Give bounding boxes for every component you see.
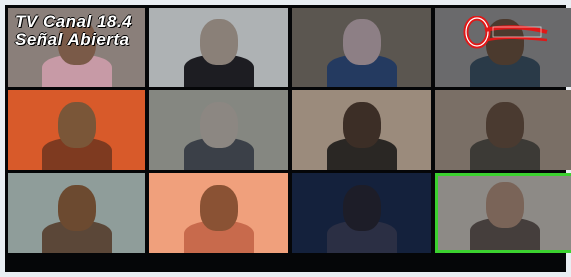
participant-silhouette-head — [485, 182, 524, 228]
channel-subtitle: Señal Abierta — [15, 30, 130, 49]
channel-logo-icon — [463, 16, 548, 49]
participant-video-tile[interactable] — [435, 90, 571, 170]
participant-silhouette-head — [57, 102, 96, 148]
video-conference-stage: TV Canal 18.4 Señal Abierta — [5, 5, 571, 272]
channel-name: TV Canal 18.4 — [15, 12, 133, 31]
participant-video-tile[interactable] — [149, 90, 288, 170]
participant-video-tile[interactable] — [149, 173, 288, 253]
participant-silhouette-head — [342, 19, 381, 65]
participant-video-tile[interactable] — [8, 90, 145, 170]
channel-overlay: TV Canal 18.4 Señal Abierta — [15, 13, 132, 48]
participant-video-tile[interactable] — [435, 173, 571, 253]
participant-video-tile[interactable] — [292, 8, 431, 87]
participant-silhouette-head — [57, 185, 96, 231]
participant-video-tile[interactable] — [292, 173, 431, 253]
participant-silhouette-head — [199, 102, 238, 148]
participant-silhouette-head — [342, 185, 381, 231]
participant-video-tile[interactable] — [292, 90, 431, 170]
participant-silhouette-head — [199, 19, 238, 65]
participant-video-tile[interactable] — [8, 173, 145, 253]
participant-video-tile[interactable] — [149, 8, 288, 87]
participant-silhouette-head — [342, 102, 381, 148]
participant-silhouette-head — [199, 185, 238, 231]
participant-silhouette-head — [485, 102, 524, 148]
